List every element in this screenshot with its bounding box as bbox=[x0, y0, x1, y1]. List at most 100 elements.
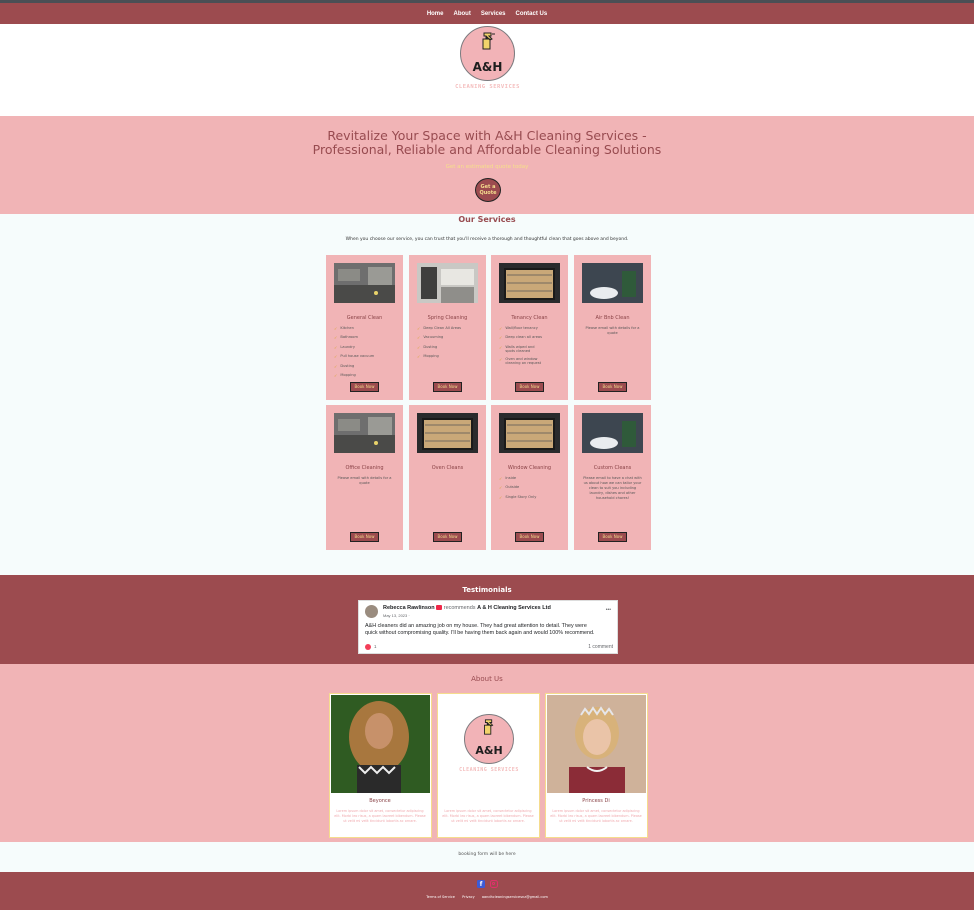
service-list: ✓ Kitchen ✓ Bathroom ✓ Laundry ✓ Pull house … bbox=[334, 326, 374, 382]
facebook-icon[interactable]: f bbox=[477, 880, 485, 888]
service-desc: Please email with details for a quote bbox=[585, 326, 640, 335]
service-card-oven-cleans: Oven Cleans Book Now bbox=[409, 405, 486, 550]
service-title: Window Cleaning bbox=[507, 465, 552, 471]
comment-count[interactable]: 1 comment bbox=[588, 644, 613, 650]
service-desc: Please email with details for a quote bbox=[337, 476, 392, 485]
list-item: ✓ Deep clean all areas bbox=[499, 335, 543, 341]
logo-initials: A&H bbox=[472, 60, 503, 74]
list-item: ✓ Deep Clean All Areas bbox=[417, 326, 462, 331]
oven-photo bbox=[417, 413, 478, 453]
oven-photo bbox=[499, 263, 560, 303]
logo-subtitle: CLEANING SERVICES bbox=[455, 84, 520, 90]
living-room-photo bbox=[334, 263, 395, 303]
check-icon: ✓ bbox=[417, 335, 421, 341]
hero-title-line1: Revitalize Your Space with A&H Cleaning … bbox=[327, 128, 647, 143]
post-recommends: recommends bbox=[443, 605, 476, 611]
list-item: ✓ Mopping bbox=[334, 372, 356, 378]
office-photo bbox=[334, 413, 395, 453]
post-header: Rebecca Rawlinson recommends A & H Clean… bbox=[383, 605, 551, 611]
check-icon: ✓ bbox=[499, 357, 503, 363]
book-now-button[interactable]: Book Now bbox=[515, 532, 544, 542]
book-now-button[interactable]: Book Now bbox=[433, 382, 462, 392]
book-now-button[interactable]: Book Now bbox=[515, 382, 544, 392]
nav-contact[interactable]: Contact Us bbox=[516, 11, 548, 17]
book-now-button[interactable]: Book Now bbox=[350, 532, 379, 542]
book-now-button[interactable]: Book Now bbox=[598, 532, 627, 542]
team-member-name: Princess Di bbox=[582, 798, 610, 804]
reaction-count: 1 bbox=[374, 644, 377, 649]
book-now-button[interactable]: Book Now bbox=[350, 382, 379, 392]
service-title: Custom Cleans bbox=[593, 465, 632, 471]
booking-section: booking form will be here bbox=[0, 842, 974, 872]
service-list: ✓ Deep Clean All Areas ✓ Vacuuming ✓ Dustin… bbox=[417, 326, 461, 364]
nav-services[interactable]: Services bbox=[481, 11, 506, 17]
list-item: ✓ Dusting bbox=[417, 344, 438, 350]
privacy-link[interactable]: Privacy bbox=[462, 895, 475, 899]
service-title: Air Bnb Clean bbox=[595, 315, 630, 321]
check-icon: ✓ bbox=[499, 335, 503, 341]
list-item: ✓ Wall/floor tenancy bbox=[499, 326, 538, 331]
nav-about[interactable]: About bbox=[453, 11, 470, 17]
list-item: ✓ Pull house vacuum bbox=[334, 354, 375, 360]
get-quote-button[interactable]: Get a Quote bbox=[475, 178, 501, 202]
list-item: ✓ Laundry bbox=[334, 344, 356, 350]
service-title: General Clean bbox=[346, 315, 383, 321]
post-text: A&H cleaners did an amazing job on my ho… bbox=[365, 623, 595, 636]
service-desc: Please email to have a chat with us abou… bbox=[583, 476, 642, 500]
bathroom-photo bbox=[582, 413, 643, 453]
service-title: Office Cleaning bbox=[345, 465, 384, 471]
hero-title: Revitalize Your Space with A&H Cleaning … bbox=[0, 129, 974, 157]
hero-title-line2: Professional, Reliable and Affordable Cl… bbox=[312, 142, 662, 157]
check-icon: ✓ bbox=[417, 354, 421, 360]
testimonials-section: Testimonials Rebecca Rawlinson recommend… bbox=[0, 575, 974, 664]
spray-bottle-icon bbox=[484, 719, 494, 735]
avatar bbox=[365, 605, 378, 618]
list-item: ✓ Kitchen bbox=[334, 326, 354, 331]
logo-initials: A&H bbox=[475, 744, 503, 757]
service-card-spring-cleaning: Spring Cleaning ✓ Deep Clean All Areas ✓ V… bbox=[409, 255, 486, 400]
team-member-name: Beyonce bbox=[369, 798, 391, 804]
quote-prompt: Get an estimated quote today bbox=[445, 164, 529, 170]
about-section: About Us Beyonce Lorem ipsum dolor sit a… bbox=[0, 664, 974, 842]
facebook-review-post[interactable]: Rebecca Rawlinson recommends A & H Clean… bbox=[358, 600, 618, 654]
check-icon: ✓ bbox=[334, 372, 338, 378]
book-now-button[interactable]: Book Now bbox=[598, 382, 627, 392]
more-options-icon[interactable]: ••• bbox=[606, 607, 611, 613]
list-item: ✓ Vacuuming bbox=[417, 335, 444, 341]
check-icon: ✓ bbox=[499, 494, 503, 500]
terms-link[interactable]: Terms of Service bbox=[426, 895, 455, 899]
service-card-tenancy-clean: Tenancy Clean ✓ Wall/floor tenancy ✓ Deep … bbox=[491, 255, 568, 400]
company-logo: A&H CLEANING SERVICES bbox=[450, 714, 520, 776]
footer: f Terms of Service Privacy aandhcleaning… bbox=[0, 872, 974, 910]
logo-subtitle: CLEANING SERVICES bbox=[459, 767, 519, 773]
check-icon: ✓ bbox=[499, 344, 503, 350]
check-icon: ✓ bbox=[334, 344, 338, 350]
nav-home[interactable]: Home bbox=[427, 11, 444, 17]
team-card-princess-di: Princess Di Lorem ipsum dolor sit amet, … bbox=[545, 693, 648, 838]
book-now-button[interactable]: Book Now bbox=[433, 532, 462, 542]
post-business[interactable]: A & H Cleaning Services Ltd bbox=[477, 605, 551, 611]
list-item: ✓ Dusting bbox=[334, 363, 355, 369]
team-member-desc: Lorem ipsum dolor sit amet, consectetur … bbox=[550, 809, 642, 823]
post-author: Rebecca Rawlinson bbox=[383, 605, 435, 611]
booking-placeholder: booking form will be here bbox=[458, 852, 516, 857]
bathroom-photo bbox=[582, 263, 643, 303]
check-icon: ✓ bbox=[334, 335, 338, 341]
service-title: Oven Cleans bbox=[431, 465, 464, 471]
list-item: ✓ Bathroom bbox=[334, 335, 359, 341]
beyonce-photo bbox=[331, 695, 430, 793]
check-icon: ✓ bbox=[499, 476, 503, 481]
footer-links: Terms of Service Privacy aandhcleaningse… bbox=[0, 895, 974, 899]
email-link[interactable]: aandhcleaningservicesnz@gmail.com bbox=[482, 895, 548, 899]
heart-icon bbox=[365, 644, 371, 650]
check-icon: ✓ bbox=[334, 326, 338, 331]
company-logo[interactable]: A&H CLEANING SERVICES bbox=[452, 26, 522, 94]
testimonials-title: Testimonials bbox=[462, 586, 512, 594]
check-icon: ✓ bbox=[417, 326, 421, 331]
service-card-airbnb-clean: Air Bnb Clean Please email with details … bbox=[574, 255, 651, 400]
instagram-icon[interactable] bbox=[490, 880, 498, 888]
spray-bottle-icon bbox=[482, 32, 495, 50]
header-logo-area: A&H CLEANING SERVICES bbox=[0, 24, 974, 116]
check-icon: ✓ bbox=[334, 363, 338, 369]
team-card-beyonce: Beyonce Lorem ipsum dolor sit amet, cons… bbox=[329, 693, 432, 838]
